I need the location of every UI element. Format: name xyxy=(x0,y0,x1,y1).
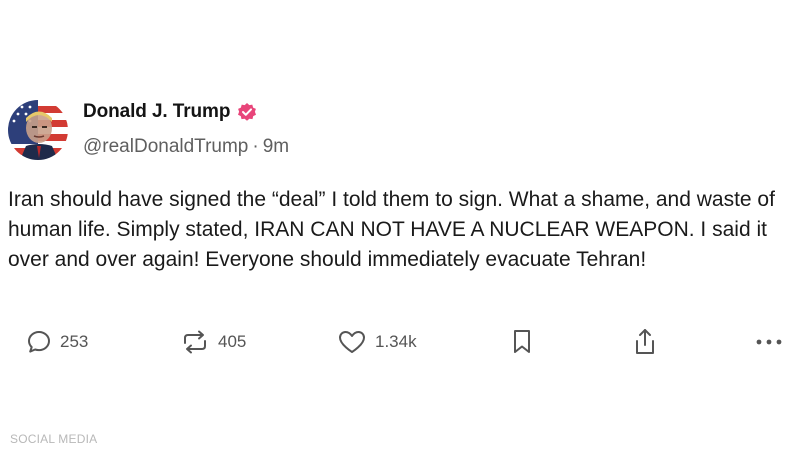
reply-button[interactable]: 253 xyxy=(26,322,88,362)
author-handle[interactable]: @realDonaldTrump xyxy=(83,136,248,157)
like-button[interactable]: 1.34k xyxy=(337,322,417,362)
avatar[interactable] xyxy=(8,100,68,160)
bookmark-icon xyxy=(514,330,530,353)
more-options-button[interactable] xyxy=(755,322,783,362)
repost-count: 405 xyxy=(218,332,247,351)
share-button[interactable] xyxy=(632,322,658,362)
like-icon xyxy=(339,331,365,353)
repost-icon xyxy=(184,330,206,354)
reply-icon xyxy=(28,331,50,353)
post-action-bar: 253 405 1.34k xyxy=(0,322,800,362)
author-display-name[interactable]: Donald J. Trump xyxy=(83,101,230,123)
repost-button[interactable]: 405 xyxy=(180,322,246,362)
verified-badge-icon xyxy=(237,102,257,122)
reply-count: 253 xyxy=(60,332,89,351)
author-handle-row: @realDonaldTrump · 9m xyxy=(83,136,289,158)
post-body-text: Iran should have signed the “deal” I tol… xyxy=(8,188,775,271)
author-name-row: Donald J. Trump xyxy=(83,101,257,123)
avatar-image xyxy=(8,100,68,160)
post-timestamp[interactable]: 9m xyxy=(263,136,289,157)
watermark: SOCIAL MEDIA xyxy=(10,432,98,446)
share-icon xyxy=(636,329,654,354)
meta-separator: · xyxy=(252,136,259,157)
bookmark-button[interactable] xyxy=(510,322,534,362)
like-count: 1.34k xyxy=(375,332,417,351)
more-icon xyxy=(756,339,782,345)
